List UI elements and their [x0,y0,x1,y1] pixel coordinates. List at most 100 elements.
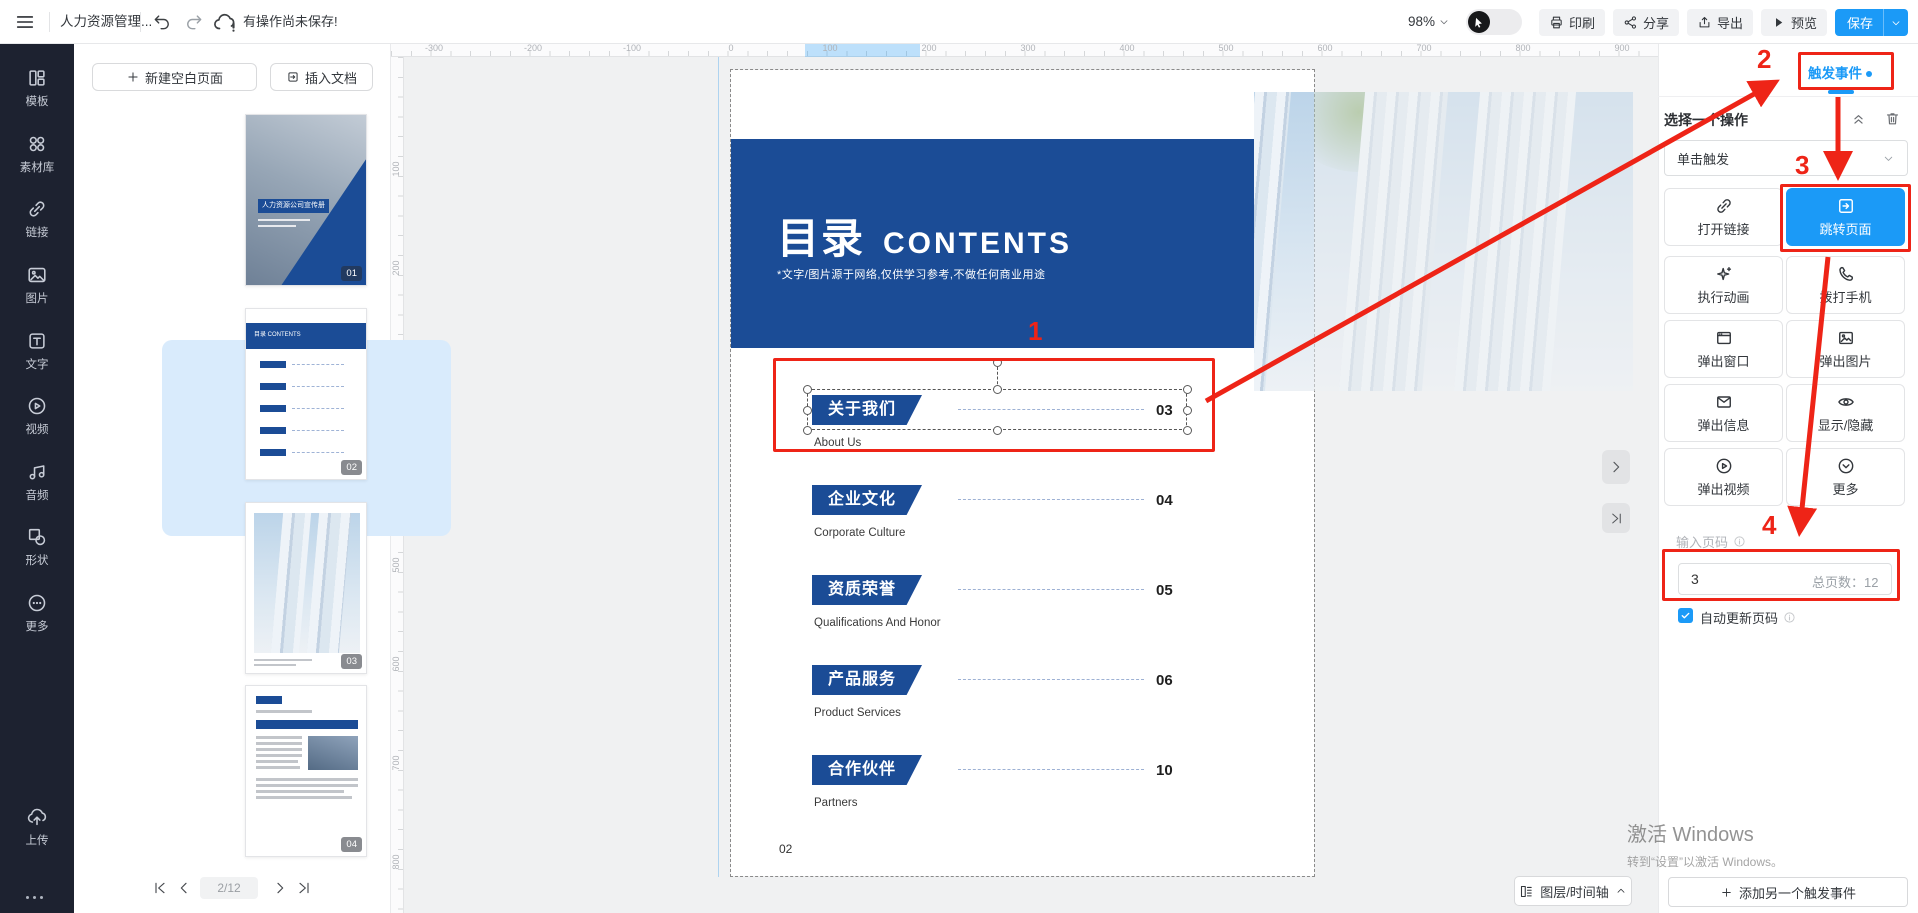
toc-subtitle[interactable]: Corporate Culture [814,527,905,539]
page-thumbnail-4[interactable]: 04 [245,685,367,857]
export-button[interactable]: 导出 [1687,9,1753,36]
check-icon [1680,610,1691,621]
action-more[interactable]: 更多 [1786,448,1905,506]
print-button[interactable]: 印刷 [1539,9,1605,36]
sidebar-item-more[interactable]: 更多 [0,590,74,648]
toc-chip-corporate-culture[interactable]: 企业文化 [812,485,922,515]
shapes-icon [26,526,48,548]
toc-chip-qualifications[interactable]: 资质荣誉 [812,575,922,605]
action-show-hide[interactable]: 显示/隐藏 [1786,384,1905,442]
building-photo[interactable] [1254,92,1314,391]
new-blank-page-label: 新建空白页面 [145,68,223,87]
popup-image-icon [1836,328,1856,348]
templates-icon [26,67,48,89]
toc-subtitle[interactable]: Product Services [814,707,901,719]
skip-end-icon [1609,511,1624,526]
new-blank-page-button[interactable]: 新建空白页面 [92,63,257,91]
sidebar-item-shapes[interactable]: 形状 [0,524,74,582]
trigger-mode-select[interactable]: 单击触发 [1664,140,1908,176]
save-dropdown-chevron-icon[interactable] [1884,17,1908,29]
layers-timeline-button[interactable]: 图层/时间轴 [1514,876,1632,906]
popup-video-icon [1714,456,1734,476]
add-trigger-event-button[interactable]: 添加另一个触发事件 [1668,877,1908,907]
last-page-icon[interactable] [296,880,312,896]
disclaimer-text[interactable]: *文字/图片源于网络,仅供学习参考,不做任何商业用途 [777,266,1045,282]
pages-panel: 新建空白页面 插入文档 人力资源公司宣传册 01 目录 CONTENTS [74,44,391,913]
share-icon [1623,15,1638,30]
page-number-02[interactable]: 02 [779,842,792,856]
assets-icon [26,133,48,155]
save-button[interactable]: 保存 [1835,9,1908,36]
print-label: 印刷 [1569,13,1595,32]
toc-page-number[interactable]: 04 [1156,492,1173,509]
sidebar-item-upload[interactable]: 上传 [0,804,74,862]
toc-chip-product-services[interactable]: 产品服务 [812,665,922,695]
page-counter[interactable]: 2/12 [200,877,258,899]
toc-subtitle[interactable]: Qualifications And Honor [814,617,941,629]
sidebar-label: 文字 [0,356,74,372]
sidebar-item-video[interactable]: 视频 [0,393,74,451]
info-icon [1733,535,1746,548]
share-button[interactable]: 分享 [1613,9,1679,36]
action-popup-window[interactable]: 弹出窗口 [1664,320,1783,378]
export-label: 导出 [1717,13,1743,32]
delete-trigger-icon[interactable] [1884,110,1901,127]
sidebar-item-templates[interactable]: 模板 [0,65,74,123]
toc-chip-partners[interactable]: 合作伙伴 [812,755,922,785]
toc-subtitle[interactable]: Partners [814,797,857,809]
action-open-link[interactable]: 打开链接 [1664,188,1783,246]
collapse-section-icon[interactable] [1850,110,1867,127]
horizontal-ruler: -300 -200 -100 0 100 200 300 400 500 600… [391,44,1658,57]
zoom-level-dropdown[interactable]: 98% [1408,0,1450,44]
auto-update-label: 自动更新页码 [1700,608,1778,627]
sidebar-more-dots-icon[interactable] [26,896,43,899]
page-thumbnail-2-selected[interactable]: 目录 CONTENTS 02 [245,308,367,480]
animation-icon [1714,264,1734,284]
divider [1658,96,1918,97]
first-page-icon[interactable] [152,880,168,896]
toc-page-number[interactable]: 10 [1156,762,1173,779]
unsaved-status: 有操作尚未保存! [243,0,338,44]
action-label: 执行动画 [1697,287,1749,306]
zoom-level-value: 98% [1408,0,1435,44]
prev-page-icon[interactable] [176,880,192,896]
action-run-animation[interactable]: 执行动画 [1664,256,1783,314]
page-thumbnail-3[interactable]: 03 [245,502,367,674]
annotation-box-2 [1798,52,1894,90]
app-root: 人力资源管理... 有操作尚未保存! 98% 印刷 分享 [0,0,1918,913]
more-chevron-icon [1836,456,1856,476]
preview-label: 预览 [1791,13,1817,32]
action-popup-message[interactable]: 弹出信息 [1664,384,1783,442]
action-popup-image[interactable]: 弹出图片 [1786,320,1905,378]
auto-update-checkbox[interactable] [1678,608,1693,623]
action-popup-video[interactable]: 弹出视频 [1664,448,1783,506]
preview-icon [1771,15,1786,30]
toc-page-number[interactable]: 05 [1156,582,1173,599]
action-call-phone[interactable]: 拨打手机 [1786,256,1905,314]
page-title[interactable]: 目录 CONTENTS [777,205,1072,266]
document-title[interactable]: 人力资源管理... [60,0,152,44]
toc-dash-line [958,589,1144,590]
annotation-number-3: 3 [1795,152,1809,178]
next-page-icon[interactable] [272,880,288,896]
preview-button[interactable]: 预览 [1761,9,1827,36]
canvas-next-arrow-button[interactable] [1602,450,1630,484]
undo-icon[interactable] [152,12,172,32]
pointer-mode-toggle[interactable] [1466,9,1522,35]
plus-icon [126,70,140,84]
sidebar-item-text[interactable]: 文字 [0,328,74,386]
annotation-box-1 [773,358,1215,452]
canvas-last-button[interactable] [1602,503,1630,533]
save-label: 保存 [1835,13,1883,32]
sidebar-item-images[interactable]: 图片 [0,262,74,320]
sidebar-item-links[interactable]: 链接 [0,196,74,254]
toc-page-number[interactable]: 06 [1156,672,1173,689]
redo-icon[interactable] [184,12,204,32]
sidebar-item-assets[interactable]: 素材库 [0,131,74,189]
sidebar-label: 上传 [0,832,74,848]
title-chinese: 目录 [777,205,865,266]
hamburger-menu-icon[interactable] [14,11,36,33]
insert-document-button[interactable]: 插入文档 [270,63,373,91]
sidebar-item-audio[interactable]: 音频 [0,459,74,517]
page-thumbnail-1[interactable]: 人力资源公司宣传册 01 [245,114,367,286]
